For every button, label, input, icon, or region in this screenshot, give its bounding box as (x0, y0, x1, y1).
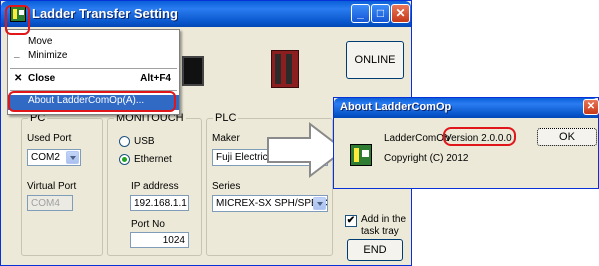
tasktray-label-line1: Add in the (361, 214, 407, 225)
chevron-down-icon[interactable] (313, 197, 326, 210)
ip-address-input[interactable]: 192.168.1.1 (130, 195, 189, 211)
menu-separator (10, 68, 177, 69)
annotation-ring-icon (5, 5, 30, 35)
menu-item-move[interactable]: Move (8, 36, 179, 50)
app-icon (350, 144, 372, 166)
about-close-button[interactable]: ✕ (583, 99, 599, 115)
maker-label: Maker (212, 133, 240, 144)
series-label: Series (212, 181, 241, 192)
minimize-button[interactable]: _ (351, 4, 370, 23)
about-title-bar[interactable]: About LadderComOp ✕ (334, 98, 599, 118)
about-title: About LadderComOp (340, 101, 452, 113)
ethernet-label: Ethernet (134, 154, 172, 165)
menu-item-label: Close (28, 73, 56, 84)
close-icon: ✕ (14, 73, 23, 84)
add-to-tasktray-checkbox[interactable]: ✔ (345, 215, 357, 227)
minimize-glyph-icon: _ (14, 48, 20, 59)
monitouch-device-image (182, 56, 204, 86)
menu-item-close[interactable]: ✕ Close Alt+F4 (8, 73, 179, 87)
annotation-ring-menu (8, 91, 176, 112)
usb-radio[interactable] (119, 136, 130, 147)
virtual-port-field: COM4 (27, 195, 73, 211)
online-button[interactable]: ONLINE (346, 41, 404, 79)
about-product: LadderComOp (384, 133, 450, 144)
used-port-label: Used Port (27, 133, 72, 144)
maximize-button[interactable]: □ (371, 4, 390, 23)
tasktray-label-line2: task tray (361, 226, 399, 237)
about-dialog: About LadderComOp ✕ LadderComOp Version … (333, 97, 599, 189)
ip-address-label: IP address (131, 181, 179, 192)
menu-item-label: Minimize (28, 50, 68, 61)
usb-label: USB (134, 136, 155, 147)
used-port-value: COM2 (31, 152, 60, 163)
close-button[interactable]: ✕ (391, 4, 410, 23)
menu-item-shortcut: Alt+F4 (140, 73, 171, 84)
ethernet-radio[interactable] (119, 154, 130, 165)
used-port-select[interactable]: COM2 (27, 149, 81, 166)
annotation-ring-version (443, 127, 516, 146)
plc-group-label: PLC (213, 112, 239, 124)
port-no-label: Port No (131, 219, 165, 230)
chevron-down-icon[interactable] (66, 151, 79, 164)
menu-item-label: Move (28, 36, 53, 47)
title-bar[interactable]: Ladder Transfer Setting _ □ ✕ (1, 1, 411, 27)
maker-value: Fuji Electric (216, 152, 268, 163)
virtual-port-label: Virtual Port (27, 181, 77, 192)
about-copyright: Copyright (C) 2012 (384, 153, 469, 164)
end-button[interactable]: END (347, 239, 403, 261)
port-no-input[interactable]: 1024 (130, 232, 189, 248)
series-select[interactable]: MICREX-SX SPH/SPB CF (212, 195, 328, 212)
window-title: Ladder Transfer Setting (32, 6, 178, 21)
menu-item-minimize[interactable]: _ Minimize (8, 48, 179, 64)
ok-button[interactable]: OK (537, 128, 597, 146)
plc-device-image (271, 50, 299, 88)
series-value: MICREX-SX SPH/SPB CF (216, 198, 328, 209)
